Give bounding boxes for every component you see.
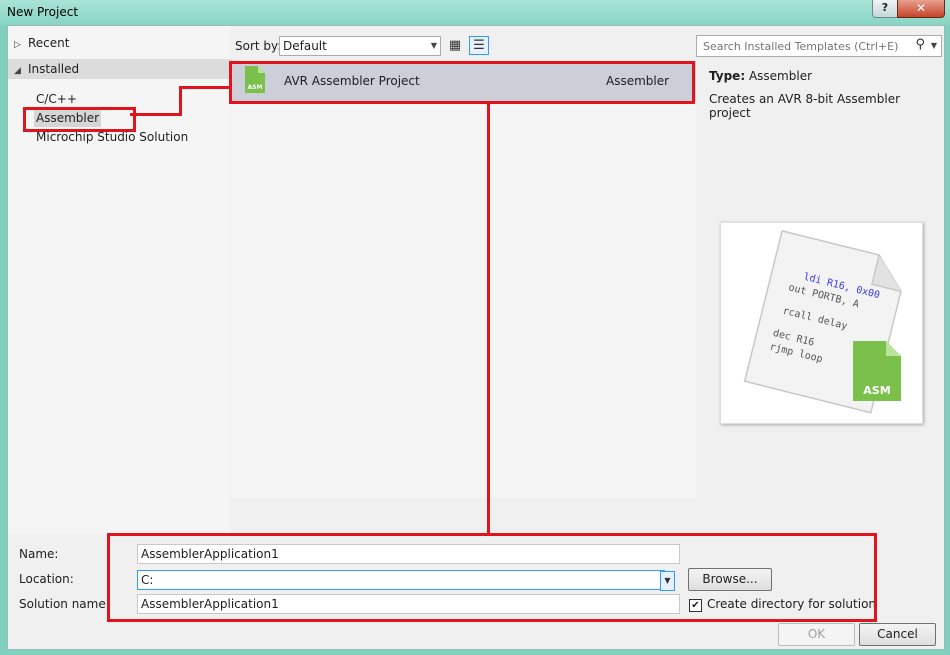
solution-name-label: Solution name:	[19, 597, 110, 611]
list-view-button[interactable]: ☰	[469, 36, 489, 55]
chevron-down-icon: ▼	[430, 41, 437, 50]
type-value: Assembler	[748, 69, 813, 83]
annotation-connector	[179, 86, 182, 116]
template-description: Creates an AVR 8-bit Assembler project	[709, 92, 901, 120]
annotation-box-form	[107, 533, 877, 622]
search-box[interactable]: ⚲ ▼	[696, 35, 942, 57]
tree-item-cpp[interactable]: C/C++	[34, 91, 79, 108]
annotation-connector	[179, 86, 231, 89]
annotation-connector	[487, 101, 490, 533]
name-label: Name:	[19, 547, 59, 561]
chevron-down-icon[interactable]: ▼	[931, 41, 937, 50]
window-title: New Project	[7, 5, 79, 19]
title-bar: New Project ? ✕	[0, 0, 950, 25]
tree-node-recent[interactable]: ▷ Recent	[14, 33, 69, 53]
preview-asm-badge: ASM	[863, 384, 890, 397]
expand-arrow-icon: ▷	[14, 40, 21, 50]
sort-by-label: Sort by:	[235, 39, 282, 53]
collapse-arrow-icon: ◢	[14, 66, 21, 76]
search-icon[interactable]: ⚲	[915, 37, 925, 52]
list-icon: ☰	[473, 38, 485, 53]
medium-icons-view-button[interactable]: ▦	[445, 36, 465, 55]
tree-node-label: Installed	[28, 62, 80, 76]
close-button[interactable]: ✕	[897, 0, 945, 18]
sort-value: Default	[283, 39, 327, 53]
annotation-box-template	[229, 61, 695, 104]
template-tree: ▷ Recent ◢ Installed C/C++ Assembler Micro…	[8, 26, 232, 534]
tree-node-installed[interactable]: ◢ Installed	[8, 59, 232, 79]
tree-node-label: Recent	[28, 36, 70, 50]
template-type: Type: Assembler	[709, 69, 812, 83]
asm-document-illustration: ldi R16, 0x00 out PORTB, A rcall delay d…	[743, 229, 902, 414]
grid-icon: ▦	[448, 38, 462, 53]
help-button[interactable]: ?	[872, 0, 898, 18]
ok-button[interactable]: OK	[778, 623, 855, 646]
sort-select[interactable]: Default ▼	[279, 36, 441, 56]
type-label: Type:	[709, 69, 746, 83]
annotation-box-assembler	[23, 107, 136, 132]
template-list: ASM AVR Assembler Project Assembler	[231, 61, 696, 498]
location-label: Location:	[19, 572, 74, 586]
annotation-connector	[130, 113, 182, 116]
cancel-button[interactable]: Cancel	[859, 623, 936, 646]
search-input[interactable]	[701, 36, 911, 56]
template-preview-image: ldi R16, 0x00 out PORTB, A rcall delay d…	[720, 222, 923, 424]
